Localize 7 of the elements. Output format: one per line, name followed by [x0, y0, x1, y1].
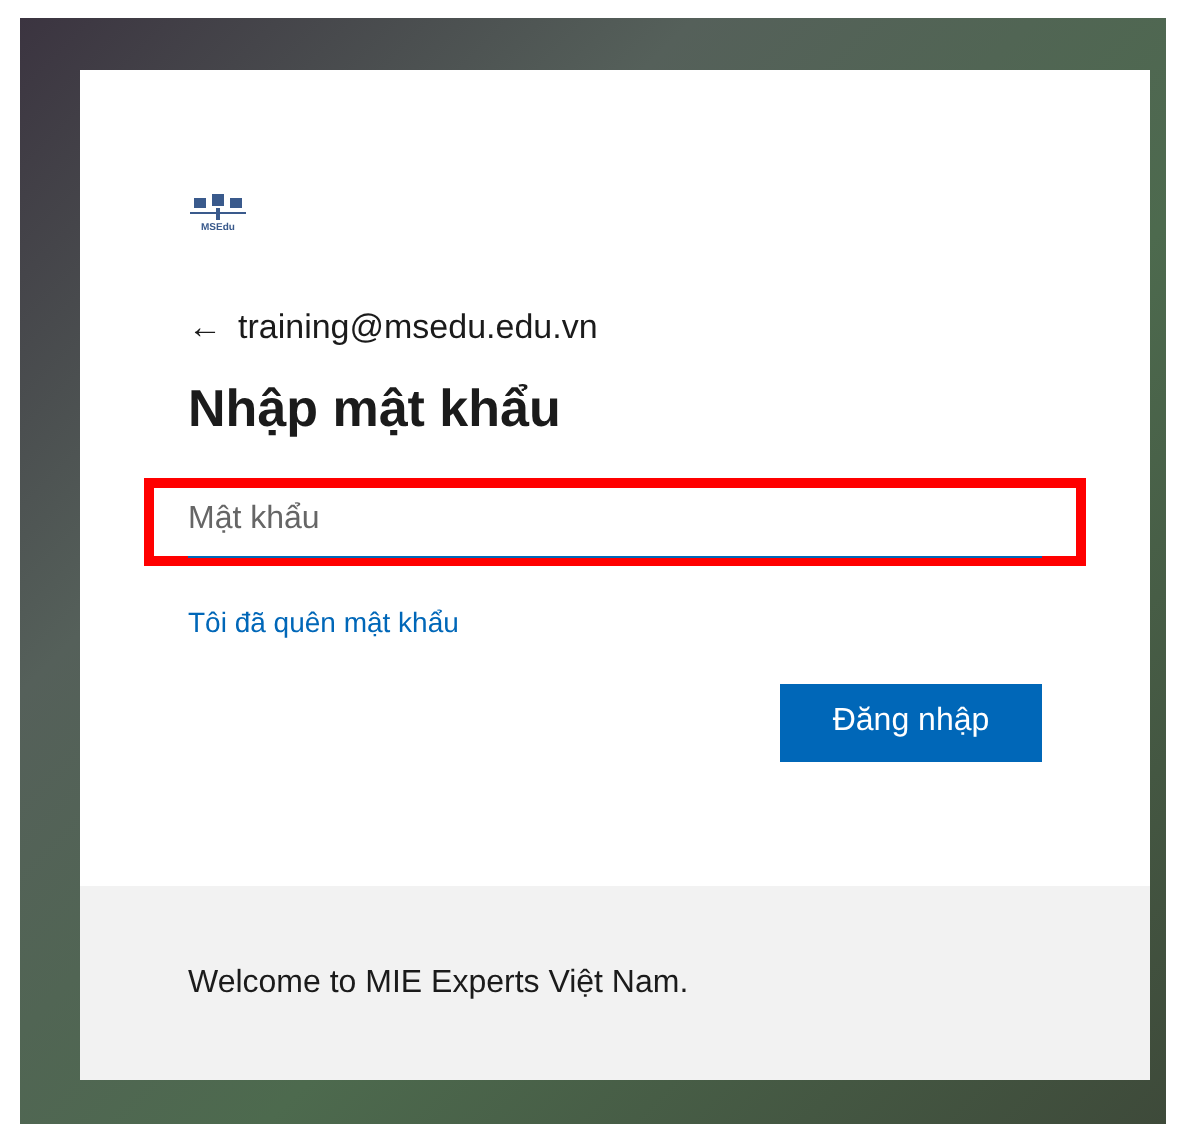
welcome-text: Welcome to MIE Experts Việt Nam. [188, 963, 689, 1003]
back-arrow-button[interactable]: ← [188, 310, 222, 345]
account-email: training@msedu.edu.vn [238, 306, 598, 350]
sign-in-button[interactable]: Đăng nhập [780, 683, 1042, 761]
page-title: Nhập mật khẩu [188, 375, 563, 441]
forgot-password-link[interactable]: Tôi đã quên mật khẩu [188, 601, 1042, 643]
password-field[interactable]: Mật khẩu [188, 485, 1042, 557]
